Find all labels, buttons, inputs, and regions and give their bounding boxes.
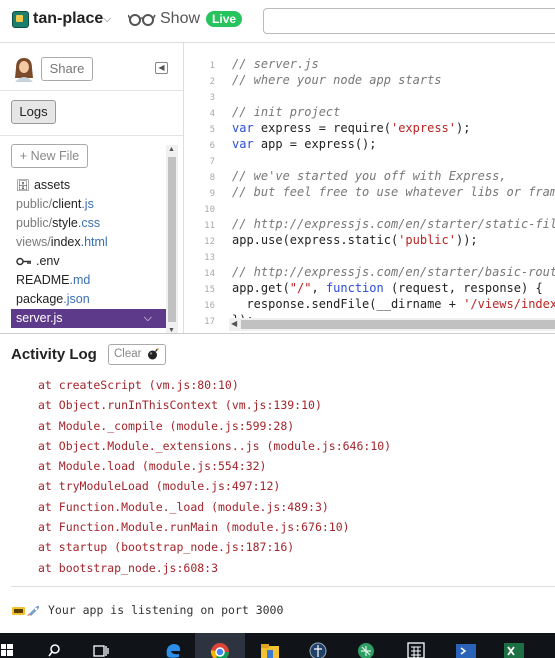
log-line: at tryModuleLoad (module.js:497:12) xyxy=(38,479,281,494)
file-item-readme[interactable]: README.md xyxy=(11,271,166,290)
ticket-icon xyxy=(12,606,25,615)
code-line: 5 var express = require('express'); xyxy=(209,121,471,135)
divider xyxy=(0,135,183,136)
folder-icon: 🗄 xyxy=(16,180,30,192)
divider xyxy=(0,90,183,91)
code-line: 4// init project xyxy=(209,105,341,119)
log-line: at Object.runInThisContext (vm.js:139:10… xyxy=(38,398,322,413)
app-icon-2[interactable] xyxy=(355,638,377,658)
sunglasses-icon xyxy=(128,14,156,26)
code-line: 12 app.use(express.static('public')); xyxy=(204,233,478,247)
log-line: at bootstrap_node.js:608:3 xyxy=(38,560,219,575)
show-label: Show xyxy=(160,10,201,27)
chrome-icon[interactable] xyxy=(209,638,231,658)
project-logo-icon[interactable] xyxy=(12,11,29,28)
log-line: at Object.Module._extensions..js (module… xyxy=(38,438,392,453)
code-line: 16 response.sendFile(__dirname + '/views… xyxy=(204,297,555,311)
activity-log-panel: Activity Log Clear at createScript (vm.j… xyxy=(0,333,555,634)
code-line: 13 xyxy=(204,253,215,263)
chevron-down-icon[interactable]: ⌵ xyxy=(144,309,152,328)
task-view-icon[interactable] xyxy=(91,638,111,658)
edge-icon[interactable] xyxy=(163,638,183,658)
search-icon[interactable] xyxy=(46,638,62,658)
rocket-icon xyxy=(27,605,39,616)
code-lines: 1// server.js 2// where your node app st… xyxy=(184,56,555,328)
code-line: 11// http://expressjs.com/en/starter/sta… xyxy=(204,217,555,231)
show-button[interactable]: Show Live xyxy=(128,10,243,28)
log-line: at Module.load (module.js:554:32) xyxy=(38,459,267,474)
code-line: 8// we've started you off with Express, xyxy=(209,169,507,183)
code-line: 10 xyxy=(204,205,215,215)
avatar[interactable] xyxy=(12,56,36,82)
file-list: 🗄 assets public/client.js public/style.cs… xyxy=(11,176,166,328)
share-button[interactable]: Share xyxy=(41,57,93,81)
log-line: at Function.Module.runMain (module.js:67… xyxy=(38,520,350,535)
new-file-button[interactable]: + New File xyxy=(11,144,88,168)
code-line: 3 xyxy=(209,93,215,103)
code-line: 6 var app = express(); xyxy=(209,137,377,151)
log-lines: at createScript (vm.js:80:10) at Object.… xyxy=(38,375,391,578)
windows-taskbar xyxy=(0,633,555,658)
search-input[interactable] xyxy=(263,8,555,34)
activity-log-title: Activity Log xyxy=(11,346,97,363)
log-line: at createScript (vm.js:80:10) xyxy=(38,378,239,392)
powershell-icon[interactable] xyxy=(455,638,477,658)
project-name[interactable]: tan-place xyxy=(33,10,103,28)
file-item-assets[interactable]: 🗄 assets xyxy=(11,176,166,195)
code-line: 2// where your node app starts xyxy=(209,73,442,87)
listening-message: Your app is listening on port 3000 xyxy=(12,603,283,617)
scroll-left-icon[interactable]: ◀ xyxy=(231,319,237,328)
file-item-style-css[interactable]: public/style.css xyxy=(11,214,166,233)
scrollbar-thumb[interactable] xyxy=(241,320,555,329)
log-line: at Function.Module._load (module.js:489:… xyxy=(38,499,329,514)
windows-icon[interactable] xyxy=(0,638,14,658)
file-explorer-icon[interactable] xyxy=(259,638,281,658)
code-line: 14// http://expressjs.com/en/starter/bas… xyxy=(204,265,555,279)
log-line: at Module._compile (module.js:599:28) xyxy=(38,418,295,433)
calculator-icon[interactable] xyxy=(406,638,426,658)
sidebar: Share ◀ Logs + New File 🗄 assets public/c… xyxy=(0,43,184,335)
code-line: 7 xyxy=(209,157,215,167)
code-line: 1// server.js xyxy=(209,57,319,71)
file-item-client-js[interactable]: public/client.js xyxy=(11,195,166,214)
divider xyxy=(11,586,555,587)
logs-button[interactable]: Logs xyxy=(11,100,56,124)
key-icon xyxy=(16,257,31,266)
code-editor[interactable]: 1// server.js 2// where your node app st… xyxy=(184,43,555,333)
file-item-env[interactable]: .env xyxy=(11,252,166,271)
file-item-package-json[interactable]: package.json xyxy=(11,290,166,309)
app-icon[interactable] xyxy=(307,638,329,658)
excel-icon[interactable] xyxy=(503,638,525,658)
top-bar: tan-place ⌵ Show Live xyxy=(0,0,555,43)
code-line: 15 app.get("/", function (request, respon… xyxy=(204,281,543,295)
chevron-down-icon[interactable]: ⌵ xyxy=(103,13,111,26)
scrollbar-thumb[interactable] xyxy=(168,157,176,322)
clear-log-button[interactable]: Clear xyxy=(108,344,166,365)
editor-horizontal-scrollbar[interactable]: ◀ xyxy=(229,318,555,331)
file-item-index-html[interactable]: views/index.html xyxy=(11,233,166,252)
collapse-sidebar-icon[interactable]: ◀ xyxy=(155,62,168,74)
live-badge: Live xyxy=(206,11,243,27)
scroll-up-icon[interactable]: ▲ xyxy=(168,146,175,153)
log-line: at startup (bootstrap_node.js:187:16) xyxy=(38,540,295,555)
code-line: 9// but feel free to use whatever libs o… xyxy=(209,185,555,199)
sidebar-scrollbar[interactable]: ▲ ▼ xyxy=(166,145,178,335)
bomb-icon xyxy=(148,348,159,360)
file-item-server-js[interactable]: server.js ⌵ xyxy=(11,309,166,328)
